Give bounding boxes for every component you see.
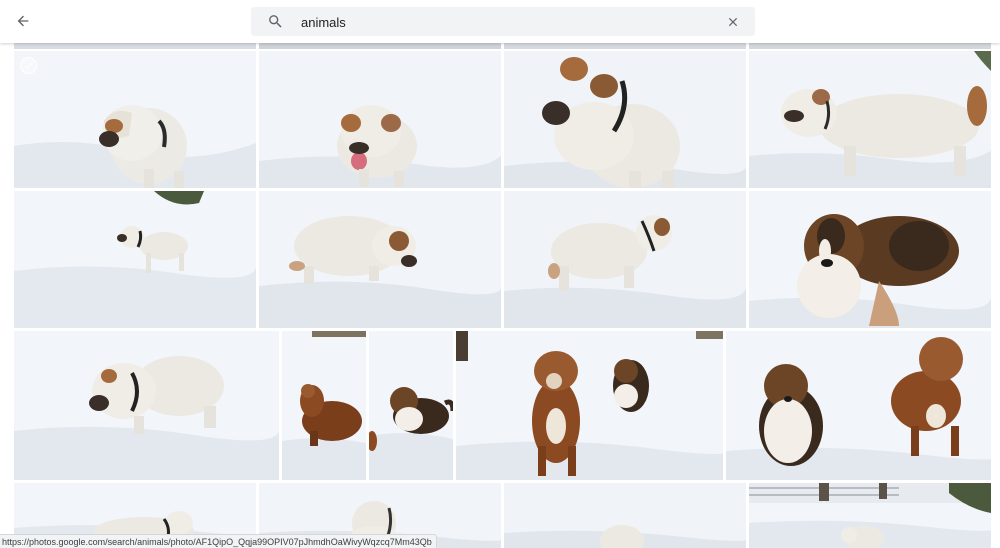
sheltie-and-retriever-photo [726,331,991,480]
bulldog-photo [504,483,746,548]
photo-tile[interactable] [504,191,746,328]
photo-tile[interactable] [504,51,746,188]
status-bar-url: https://photos.google.com/search/animals… [0,534,437,548]
sheltie-photo [749,191,991,328]
sheltie-photo [369,331,453,480]
clear-search-button[interactable] [723,12,743,32]
back-button[interactable] [8,6,38,36]
bulldog-photo [14,51,256,188]
bulldog-photo [259,191,501,328]
search-bar[interactable] [251,7,755,36]
photo-tile[interactable] [504,483,746,548]
photo-tile[interactable] [14,51,256,188]
top-app-bar [0,0,1000,43]
bulldog-photo [749,51,991,188]
bulldog-photo [14,191,256,328]
photo-tile[interactable] [259,43,501,49]
photo-tile[interactable] [14,43,256,49]
bulldog-photo [259,51,501,188]
search-icon[interactable] [267,13,284,30]
photo-tile[interactable] [14,191,256,328]
photo-tile[interactable] [369,331,453,480]
search-input[interactable] [301,11,701,33]
retriever-photo [282,331,366,480]
arrow-back-icon [17,15,29,27]
photo-tile[interactable] [726,331,991,480]
photo-tile[interactable] [749,43,991,49]
photos-search-page: https://photos.google.com/search/animals… [0,0,1000,548]
photo-tile[interactable] [259,51,501,188]
photo-tile[interactable] [14,331,279,480]
photo-tile[interactable] [259,191,501,328]
photo-tile[interactable] [749,483,991,548]
bulldog-photo [14,331,279,480]
bulldog-photo [504,191,746,328]
photo-tile[interactable] [504,43,746,49]
retriever-and-sheltie-photo [456,331,723,480]
photo-tile[interactable] [749,191,991,328]
photo-tile[interactable] [456,331,723,480]
photo-tile[interactable] [749,51,991,188]
photo-tile[interactable] [282,331,366,480]
check-circle-icon[interactable] [20,57,37,74]
bulldog-photo [749,483,991,548]
bulldog-photo [504,51,746,188]
close-icon [728,17,738,27]
